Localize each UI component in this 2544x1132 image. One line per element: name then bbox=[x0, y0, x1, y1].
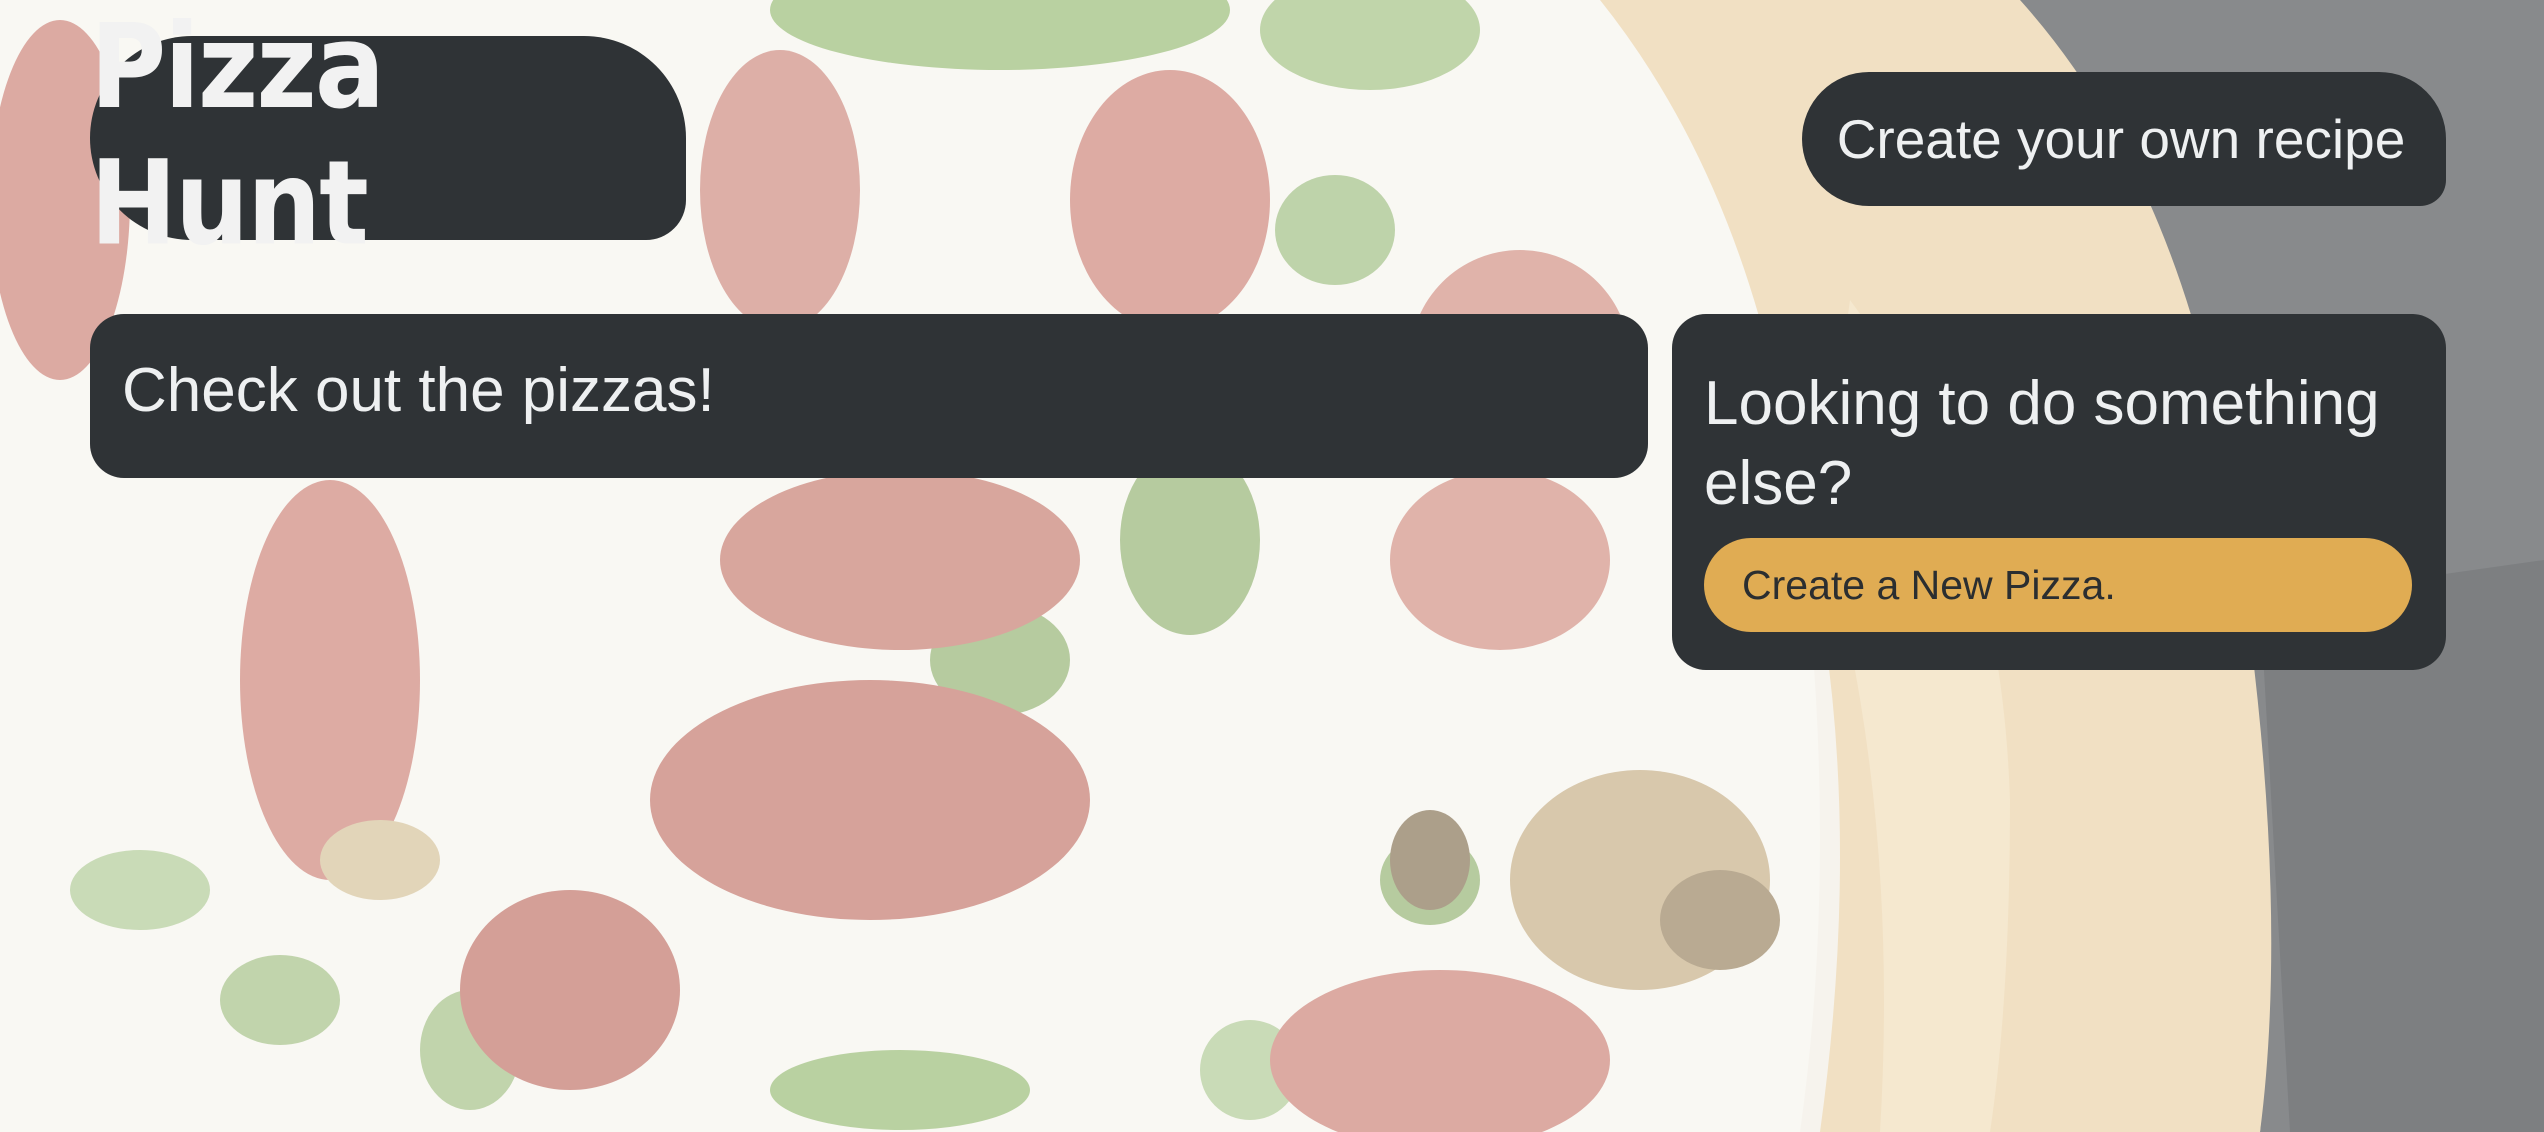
something-else-heading: Looking to do something else? bbox=[1704, 369, 2380, 518]
logo-text: Pizza Hunt bbox=[90, 0, 385, 272]
something-else-panel: Looking to do something else? Create a N… bbox=[1672, 314, 2446, 670]
pizzas-panel: Check out the pizzas! bbox=[90, 314, 1648, 478]
create-recipe-button[interactable]: Create your own recipe bbox=[1802, 72, 2446, 206]
pizzas-heading: Check out the pizzas! bbox=[122, 356, 715, 425]
create-new-pizza-button[interactable]: Create a New Pizza. bbox=[1704, 538, 2412, 632]
logo[interactable]: Pizza Hunt bbox=[90, 0, 686, 272]
